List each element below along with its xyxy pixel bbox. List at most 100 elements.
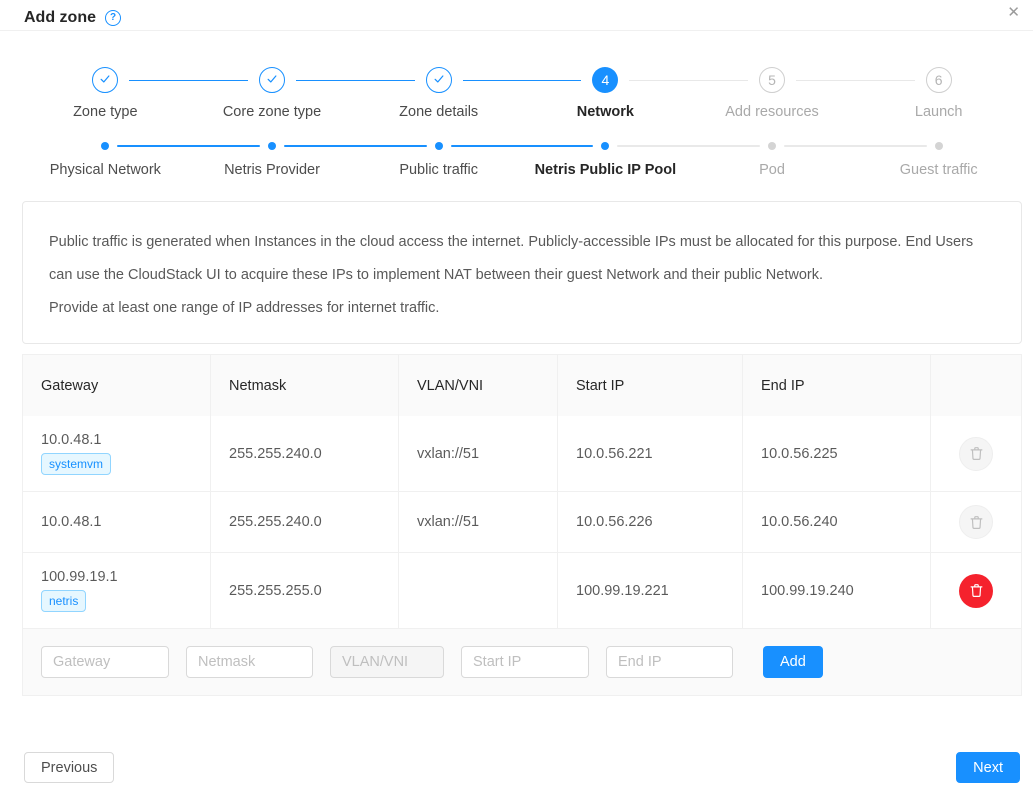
substep-dot xyxy=(935,142,943,150)
cell-netmask: 255.255.240.0 xyxy=(210,492,398,552)
info-paragraph-2: Provide at least one range of IP address… xyxy=(49,292,995,325)
previous-button[interactable]: Previous xyxy=(24,752,114,783)
step-label: Add resources xyxy=(689,104,856,120)
substep-label: Pod xyxy=(689,162,856,178)
dialog-header: Add zone ? ✕ xyxy=(0,0,1033,31)
delete-range-button[interactable] xyxy=(959,574,993,608)
public-ip-range-table: Gateway Netmask VLAN/VNI Start IP End IP… xyxy=(22,354,1022,696)
substep-label: Guest traffic xyxy=(855,162,1022,178)
page-title: Add zone xyxy=(24,9,96,27)
step-label: Network xyxy=(522,104,689,120)
step-label: Launch xyxy=(855,104,1022,120)
substep-5: Pod xyxy=(689,142,856,178)
cell-end-ip: 10.0.56.225 xyxy=(742,416,930,491)
table-row: 10.0.48.1 systemvm 255.255.240.0 vxlan:/… xyxy=(23,416,1021,491)
check-icon xyxy=(432,72,446,89)
cell-actions xyxy=(930,492,1021,552)
gateway-value: 100.99.19.1 xyxy=(41,569,118,585)
substep-2: Netris Provider xyxy=(189,142,356,178)
step-number: 6 xyxy=(935,72,943,88)
step-circle xyxy=(92,67,118,93)
substep-dot xyxy=(101,142,109,150)
help-icon[interactable]: ? xyxy=(105,10,121,26)
substep-3: Public traffic xyxy=(355,142,522,178)
dialog-footer: Previous Next xyxy=(22,752,1022,783)
step-circle xyxy=(426,67,452,93)
vlan-vni-input xyxy=(330,646,444,678)
substep-label: Public traffic xyxy=(355,162,522,178)
check-icon xyxy=(98,72,112,89)
substep-dot xyxy=(768,142,776,150)
start-ip-input[interactable] xyxy=(461,646,589,678)
next-button[interactable]: Next xyxy=(956,752,1020,783)
step-circle: 5 xyxy=(759,67,785,93)
substep-label: Netris Public IP Pool xyxy=(522,162,689,178)
cell-vlan xyxy=(398,553,557,628)
cell-gateway: 10.0.48.1 systemvm xyxy=(23,416,210,491)
table-header-row: Gateway Netmask VLAN/VNI Start IP End IP xyxy=(23,355,1021,416)
add-range-row: Add xyxy=(23,628,1021,695)
substep-dot xyxy=(268,142,276,150)
dialog-body: Zone type Core zone type xyxy=(0,67,1033,783)
gateway-value: 10.0.48.1 xyxy=(41,514,101,530)
column-header: Start IP xyxy=(557,355,742,416)
table-row: 10.0.48.1 255.255.240.0 vxlan://51 10.0.… xyxy=(23,491,1021,552)
provider-tag: systemvm xyxy=(41,453,111,475)
wizard-steps: Zone type Core zone type xyxy=(22,67,1022,120)
cell-vlan: vxlan://51 xyxy=(398,492,557,552)
substep-label: Netris Provider xyxy=(189,162,356,178)
cell-actions xyxy=(930,553,1021,628)
wizard-step-4: 4 Network xyxy=(522,67,689,120)
info-paragraph-1: Public traffic is generated when Instanc… xyxy=(49,226,995,292)
step-circle xyxy=(259,67,285,93)
step-number: 4 xyxy=(601,72,609,88)
cell-start-ip: 10.0.56.226 xyxy=(557,492,742,552)
step-circle: 6 xyxy=(926,67,952,93)
table-body: 10.0.48.1 systemvm 255.255.240.0 vxlan:/… xyxy=(23,416,1021,628)
cell-gateway: 10.0.48.1 xyxy=(23,492,210,552)
substep-label: Physical Network xyxy=(22,162,189,178)
cell-end-ip: 10.0.56.240 xyxy=(742,492,930,552)
cell-vlan: vxlan://51 xyxy=(398,416,557,491)
step-number: 5 xyxy=(768,72,776,88)
delete-range-button xyxy=(959,437,993,471)
close-icon[interactable]: ✕ xyxy=(1007,5,1020,20)
substep-1: Physical Network xyxy=(22,142,189,178)
end-ip-input[interactable] xyxy=(606,646,733,678)
gateway-value: 10.0.48.1 xyxy=(41,432,101,448)
check-icon xyxy=(265,72,279,89)
substep-dot xyxy=(601,142,609,150)
network-substeps: Physical Network Netris Provider Public … xyxy=(22,142,1022,178)
wizard-step-6: 6 Launch xyxy=(855,67,1022,120)
wizard-step-1: Zone type xyxy=(22,67,189,120)
info-card: Public traffic is generated when Instanc… xyxy=(22,201,1022,344)
column-header: Netmask xyxy=(210,355,398,416)
step-label: Zone details xyxy=(355,104,522,120)
cell-actions xyxy=(930,416,1021,491)
wizard-step-2: Core zone type xyxy=(189,67,356,120)
wizard-step-3: Zone details xyxy=(355,67,522,120)
step-circle: 4 xyxy=(592,67,618,93)
column-header: VLAN/VNI xyxy=(398,355,557,416)
cell-start-ip: 100.99.19.221 xyxy=(557,553,742,628)
step-label: Core zone type xyxy=(189,104,356,120)
wizard-step-5: 5 Add resources xyxy=(689,67,856,120)
substep-dot xyxy=(435,142,443,150)
cell-netmask: 255.255.240.0 xyxy=(210,416,398,491)
column-header-actions xyxy=(930,355,1021,416)
substep-6: Guest traffic xyxy=(855,142,1022,178)
substep-4: Netris Public IP Pool xyxy=(522,142,689,178)
add-range-button[interactable]: Add xyxy=(763,646,823,678)
cell-end-ip: 100.99.19.240 xyxy=(742,553,930,628)
table-row: 100.99.19.1 netris 255.255.255.0 100.99.… xyxy=(23,552,1021,628)
column-header: Gateway xyxy=(23,355,210,416)
delete-range-button xyxy=(959,505,993,539)
cell-gateway: 100.99.19.1 netris xyxy=(23,553,210,628)
provider-tag: netris xyxy=(41,590,86,612)
cell-start-ip: 10.0.56.221 xyxy=(557,416,742,491)
netmask-input[interactable] xyxy=(186,646,313,678)
cell-netmask: 255.255.255.0 xyxy=(210,553,398,628)
step-label: Zone type xyxy=(22,104,189,120)
gateway-input[interactable] xyxy=(41,646,169,678)
column-header: End IP xyxy=(742,355,930,416)
